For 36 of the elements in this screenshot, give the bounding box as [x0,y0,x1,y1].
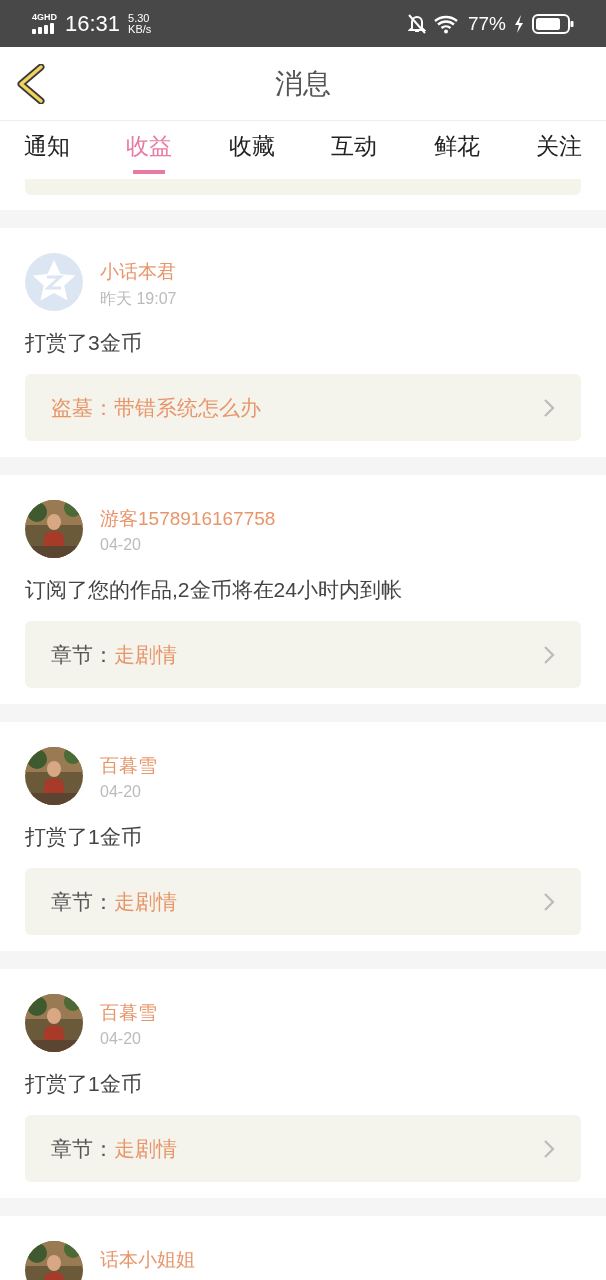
timestamp: 04-20 [100,536,142,554]
timestamp: 04-20 [100,1030,142,1048]
chevron-right-icon [543,397,555,418]
default-avatar-icon [25,253,83,311]
work-link[interactable]: 章节：走剧情 [25,868,581,935]
work-title: 盗墓：带错系统怎么办 [51,394,261,421]
battery-icon [532,13,574,34]
chevron-right-icon [543,644,555,665]
tab[interactable]: 互动 [329,121,380,174]
wifi-icon [433,13,460,34]
muted-bell-icon [407,13,426,34]
work-link[interactable]: 章节：走剧情 [25,621,581,688]
page-title: 消息 [275,66,331,101]
timestamp: 04-20 [100,783,142,801]
clock: 16:31 [65,10,121,37]
chevron-right-icon [543,1138,555,1159]
work-link[interactable]: 章节：走剧情 [25,1115,581,1182]
timestamp: 昨天 19:07 [100,289,177,309]
network-type: 4GHD [32,13,57,22]
tab[interactable]: 鲜花 [431,121,482,174]
speed-value: 5.30 [128,12,151,24]
work-title: 章节：走剧情 [51,1135,177,1162]
chevron-right-icon [543,891,555,912]
work-title: 章节：走剧情 [51,641,177,668]
tab[interactable]: 关注 [533,121,584,174]
battery-percent: 77% [467,12,506,35]
signal-icon [32,23,56,34]
work-title: 章节：走剧情 [51,888,177,915]
speed-unit: KB/s [128,23,152,35]
message-text: 打赏了1金币 [25,824,143,850]
back-icon[interactable] [16,64,46,104]
message-text: 打赏了3金币 [25,330,143,356]
tab[interactable]: 通知 [22,121,72,174]
message-text: 订阅了您的作品,2金币将在24小时内到帐 [25,577,403,603]
message-text: 打赏了1金币 [25,1071,143,1097]
tab[interactable]: 收藏 [226,121,277,174]
